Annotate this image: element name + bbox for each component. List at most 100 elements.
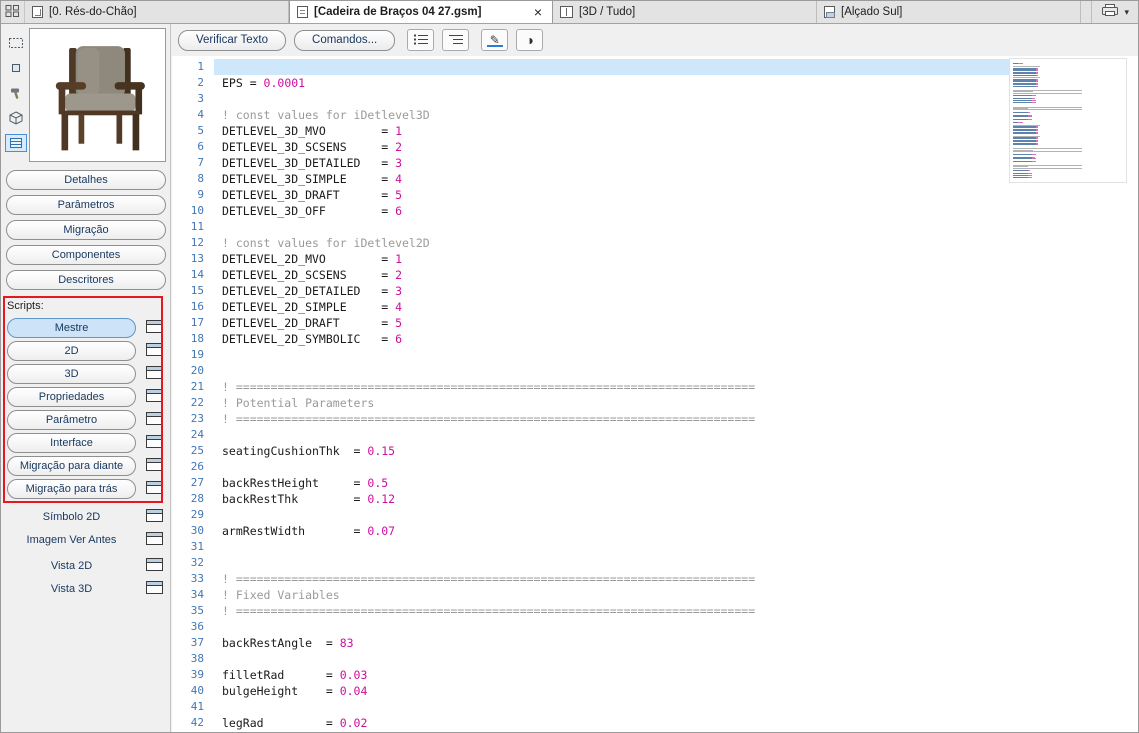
code-text[interactable] (214, 363, 1124, 379)
code-text[interactable]: DETLEVEL_2D_SIMPLE = 4 (214, 299, 1124, 315)
open-window-button[interactable] (146, 482, 165, 497)
open-window-button[interactable] (146, 436, 165, 451)
code-text[interactable]: backRestHeight = 0.5 (214, 475, 1124, 491)
plain-row: Vista 3D (7, 580, 165, 597)
code-text[interactable] (214, 59, 1124, 75)
script-view-icon[interactable] (5, 134, 27, 152)
code-text[interactable]: backRestAngle = 83 (214, 635, 1124, 651)
code-text[interactable]: DETLEVEL_2D_SCSENS = 2 (214, 267, 1124, 283)
code-text[interactable] (214, 427, 1124, 443)
code-text[interactable]: DETLEVEL_2D_MVO = 1 (214, 251, 1124, 267)
open-window-button[interactable] (146, 459, 165, 474)
code-text[interactable] (214, 699, 1124, 715)
code-text[interactable] (214, 539, 1124, 555)
tab-alcado-sul[interactable]: [Alçado Sul] (817, 1, 1081, 23)
tab-3d-tudo[interactable]: [3D / Tudo] (553, 1, 817, 23)
code-text[interactable]: EPS = 0.0001 (214, 75, 1124, 91)
open-window-button[interactable] (146, 344, 165, 359)
code-line: 23! ====================================… (172, 411, 1138, 427)
tab-cadeira-de-bracos-04-27-gsm[interactable]: [Cadeira de Braços 04 27.gsm]× (289, 1, 553, 23)
code-text[interactable] (214, 91, 1124, 107)
open-window-button[interactable] (146, 509, 165, 524)
code-text[interactable]: DETLEVEL_3D_MVO = 1 (214, 123, 1124, 139)
hammer-icon[interactable] (5, 84, 27, 102)
code-text[interactable]: backRestThk = 0.12 (214, 491, 1124, 507)
tab-close-icon[interactable]: × (531, 5, 545, 19)
code-text[interactable] (214, 347, 1124, 363)
script-button-2d[interactable]: 2D (7, 341, 136, 361)
script-button-migracao-para-tras[interactable]: Migração para trás (7, 479, 136, 499)
script-button-mestre[interactable]: Mestre (7, 318, 136, 338)
code-text[interactable] (214, 459, 1124, 475)
imagem-ver-antes-label[interactable]: Imagem Ver Antes (7, 534, 136, 546)
auto-script-button[interactable]: ✎ (481, 29, 508, 51)
code-text[interactable]: DETLEVEL_3D_DETAILED = 3 (214, 155, 1124, 171)
tab-overview-button[interactable] (1, 1, 25, 23)
open-window-button[interactable] (146, 390, 165, 405)
code-text[interactable]: ! ======================================… (214, 603, 1124, 619)
vista-3d-label[interactable]: Vista 3D (7, 583, 136, 595)
script-button-migracao-para-diante[interactable]: Migração para diante (7, 456, 136, 476)
open-window-button[interactable] (146, 321, 165, 336)
script-button-3d[interactable]: 3D (7, 364, 136, 384)
script-button-parametro[interactable]: Parâmetro (7, 410, 136, 430)
open-window-button[interactable] (146, 532, 165, 547)
commands-button[interactable]: Comandos... (294, 30, 395, 51)
code-text[interactable]: DETLEVEL_2D_DETAILED = 3 (214, 283, 1124, 299)
sidebar-button-descritores[interactable]: Descritores (6, 270, 166, 290)
code-text[interactable]: filletRad = 0.03 (214, 667, 1124, 683)
code-text[interactable]: seatingCushionThk = 0.15 (214, 443, 1124, 459)
script-button-propriedades[interactable]: Propriedades (7, 387, 136, 407)
line-number: 26 (172, 459, 214, 475)
code-text[interactable] (214, 651, 1124, 667)
simbolo-2d-label[interactable]: Símbolo 2D (7, 511, 136, 523)
list-lines-icon (413, 33, 429, 48)
window-icon (146, 581, 163, 597)
open-window-button[interactable] (146, 413, 165, 428)
vista-2d-label[interactable]: Vista 2D (7, 560, 136, 572)
tab-bar-options[interactable]: ▾ (1091, 1, 1138, 23)
code-text[interactable]: ! ======================================… (214, 379, 1124, 395)
contrast-button[interactable]: ◑ (516, 29, 543, 51)
code-text[interactable] (214, 619, 1124, 635)
code-text[interactable]: ! ======================================… (214, 411, 1124, 427)
code-text[interactable]: DETLEVEL_3D_DRAFT = 5 (214, 187, 1124, 203)
verify-text-button[interactable]: Verificar Texto (178, 30, 286, 51)
code-text[interactable]: armRestWidth = 0.07 (214, 523, 1124, 539)
sidebar-button-parametros[interactable]: Parâmetros (6, 195, 166, 215)
minimap[interactable] (1009, 58, 1127, 183)
code-text[interactable]: DETLEVEL_2D_DRAFT = 5 (214, 315, 1124, 331)
code-text[interactable]: ! const values for iDetlevel3D (214, 107, 1124, 123)
open-window-button[interactable] (146, 581, 165, 596)
code-text[interactable]: DETLEVEL_3D_SIMPLE = 4 (214, 171, 1124, 187)
code-text[interactable]: ! Potential Parameters (214, 395, 1124, 411)
code-text[interactable]: DETLEVEL_3D_SCSENS = 2 (214, 139, 1124, 155)
code-text[interactable] (214, 555, 1124, 571)
symbol-view-icon[interactable] (5, 34, 27, 52)
open-window-button[interactable] (146, 367, 165, 382)
script-button-interface[interactable]: Interface (7, 433, 136, 453)
script-row: Migração para trás (7, 479, 165, 499)
code-editor-surface[interactable]: 12EPS = 0.000134! const values for iDetl… (172, 56, 1138, 732)
open-window-button[interactable] (146, 558, 165, 573)
code-line: 34! Fixed Variables (172, 587, 1138, 603)
code-text[interactable]: DETLEVEL_2D_SYMBOLIC = 6 (214, 331, 1124, 347)
chevron-down-icon: ▾ (1124, 7, 1129, 18)
code-text[interactable] (214, 219, 1124, 235)
outline-list-button[interactable] (442, 29, 469, 51)
code-text[interactable]: bulgeHeight = 0.04 (214, 683, 1124, 699)
code-text[interactable]: ! ======================================… (214, 571, 1124, 587)
code-text[interactable]: ! Fixed Variables (214, 587, 1124, 603)
object-preview[interactable] (29, 28, 166, 162)
sidebar-button-componentes[interactable]: Componentes (6, 245, 166, 265)
sidebar-button-detalhes[interactable]: Detalhes (6, 170, 166, 190)
code-text[interactable] (214, 507, 1124, 523)
code-text[interactable]: legRad = 0.02 (214, 715, 1124, 731)
detail-view-icon[interactable] (5, 59, 27, 77)
code-text[interactable]: ! const values for iDetlevel2D (214, 235, 1124, 251)
cube-3d-icon[interactable] (5, 109, 27, 127)
code-text[interactable]: DETLEVEL_3D_OFF = 6 (214, 203, 1124, 219)
script-list-button[interactable] (407, 29, 434, 51)
sidebar-button-migracao[interactable]: Migração (6, 220, 166, 240)
tab-0-res-do-chao[interactable]: [0. Rés-do-Chão] (25, 1, 289, 23)
